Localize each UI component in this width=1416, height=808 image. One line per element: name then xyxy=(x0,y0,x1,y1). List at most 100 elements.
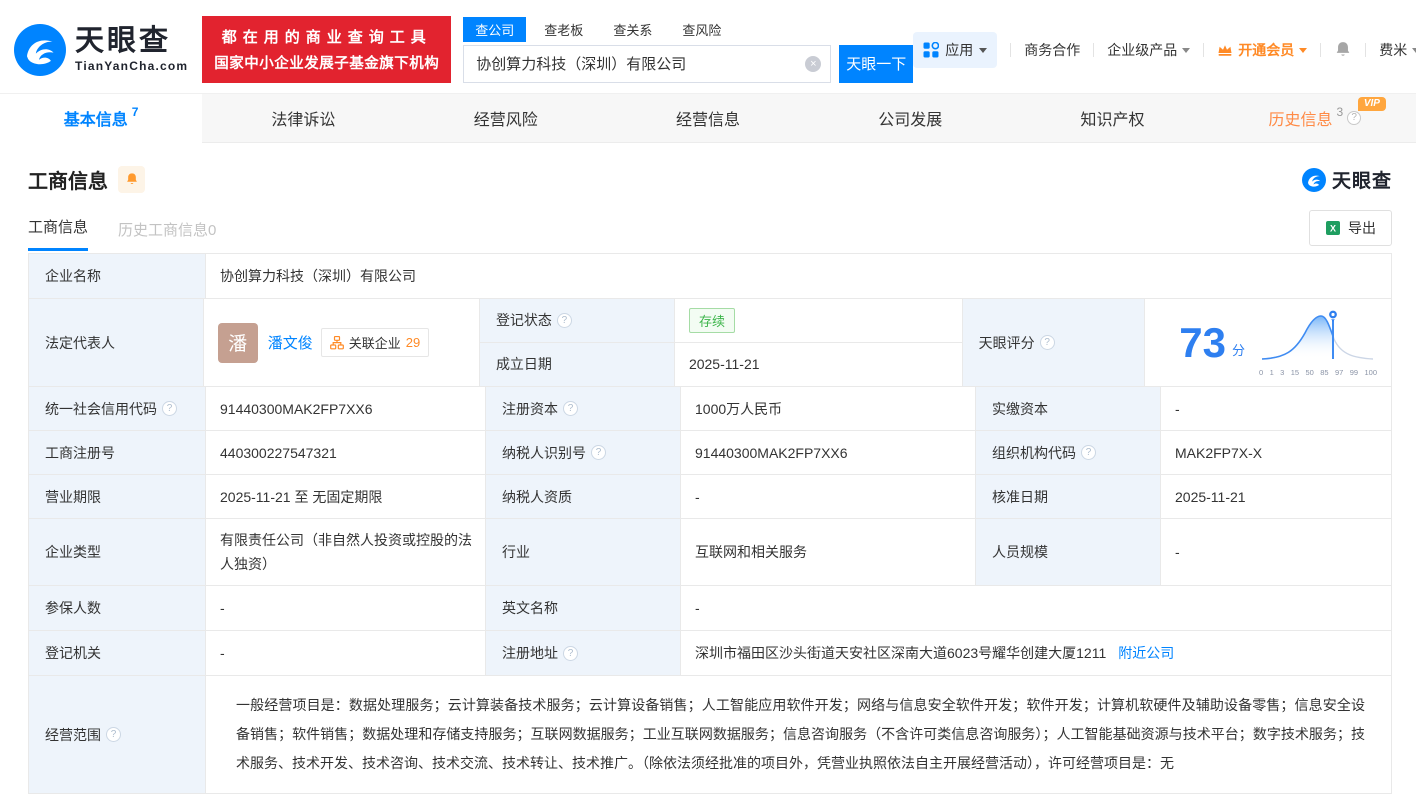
field-label: 组织机构代码 ? xyxy=(976,431,1161,474)
search-tab-boss[interactable]: 查老板 xyxy=(532,17,595,42)
tab-label: 公司发展 xyxy=(878,106,942,130)
tab-company-development[interactable]: 公司发展 xyxy=(809,94,1011,142)
tab-operation-info[interactable]: 经营信息 xyxy=(607,94,809,142)
label-text: 营业期限 xyxy=(45,487,101,507)
credit-code-value: 91440300MAK2FP7XX6 xyxy=(206,387,486,430)
reg-number-value: 440300227547321 xyxy=(206,431,486,474)
subtab-business-info[interactable]: 工商信息 xyxy=(28,216,88,251)
axis-tick: 99 xyxy=(1350,368,1358,377)
table-row: 登记机关 - 注册地址 ? 深圳市福田区沙头街道天安社区深南大道6023号耀华创… xyxy=(29,631,1391,676)
value-text: 2025-11-21 至 无固定期限 xyxy=(220,487,382,507)
axis-tick: 1 xyxy=(1270,368,1274,377)
value-text: - xyxy=(1175,544,1180,560)
label-text: 登记状态 xyxy=(496,310,552,330)
search-tab-relation[interactable]: 查关系 xyxy=(601,17,664,42)
score-distribution-chart: 0 1 3 15 50 85 97 99 100 xyxy=(1259,309,1381,377)
search-button[interactable]: 天眼一下 xyxy=(839,45,913,83)
tab-label: 历史信息 xyxy=(1268,106,1332,130)
table-row: 工商注册号 440300227547321 纳税人识别号 ? 91440300M… xyxy=(29,431,1391,475)
tianyancha-logo[interactable]: 天眼查 TianYanCha.com xyxy=(14,24,188,76)
search-input-wrap: × xyxy=(463,45,831,83)
value-text: 互联网和相关服务 xyxy=(695,542,807,562)
help-icon[interactable]: ? xyxy=(162,401,177,416)
search-input[interactable] xyxy=(464,55,830,72)
axis-tick: 50 xyxy=(1305,368,1313,377)
nav-enterprise-products[interactable]: 企业级产品 xyxy=(1107,40,1190,60)
org-code-value: MAK2FP7X-X xyxy=(1161,431,1391,474)
tianyancha-logo-icon xyxy=(14,24,66,76)
label-text: 实缴资本 xyxy=(992,399,1048,419)
help-icon[interactable]: ? xyxy=(1347,111,1361,125)
label-text: 天眼评分 xyxy=(979,333,1035,353)
related-companies-badge[interactable]: 关联企业 29 xyxy=(321,328,429,357)
section-header: 工商信息 天眼查 xyxy=(0,143,1416,194)
axis-tick: 97 xyxy=(1335,368,1343,377)
tianyan-score[interactable]: 73 分 xyxy=(1145,299,1391,386)
user-menu[interactable]: 费米 xyxy=(1379,40,1416,60)
business-term-value: 2025-11-21 至 无固定期限 xyxy=(206,475,486,518)
divider xyxy=(1010,43,1011,57)
english-name-value: - xyxy=(681,586,1391,630)
subtab-history-business-info[interactable]: 历史工商信息0 xyxy=(118,219,216,251)
tab-count: 7 xyxy=(132,105,139,119)
value-text: 有限责任公司（非自然人投资或控股的法人独资） xyxy=(220,528,475,576)
divider xyxy=(1365,43,1366,57)
value-text: - xyxy=(220,645,225,661)
field-label: 企业类型 xyxy=(29,519,206,585)
tab-history-info[interactable]: VIP 历史信息 3 ? xyxy=(1214,94,1416,142)
vip-badge: VIP xyxy=(1358,97,1386,111)
help-icon[interactable]: ? xyxy=(1040,335,1055,350)
tab-intellectual-property[interactable]: 知识产权 xyxy=(1011,94,1213,142)
bell-curve xyxy=(1259,309,1377,367)
export-button[interactable]: X 导出 xyxy=(1309,210,1392,246)
tab-basic-info[interactable]: 基本信息 7 xyxy=(0,94,202,143)
apps-menu[interactable]: 应用 xyxy=(913,32,997,68)
help-icon[interactable]: ? xyxy=(1081,445,1096,460)
table-row: 企业名称 协创算力科技（深圳）有限公司 xyxy=(29,254,1391,299)
status-badge: 存续 xyxy=(689,308,735,333)
help-icon[interactable]: ? xyxy=(106,727,121,742)
field-label: 企业名称 xyxy=(29,254,206,298)
axis-tick: 0 xyxy=(1259,368,1263,377)
search-tab-company[interactable]: 查公司 xyxy=(463,17,526,42)
company-section-tabs: 基本信息 7 法律诉讼 经营风险 经营信息 公司发展 知识产权 VIP 历史信息… xyxy=(0,93,1416,143)
help-icon[interactable]: ? xyxy=(563,646,578,661)
value-text: MAK2FP7X-X xyxy=(1175,445,1262,461)
notification-bell-icon[interactable] xyxy=(1334,41,1352,59)
avatar[interactable]: 潘 xyxy=(218,323,258,363)
related-label: 关联企业 xyxy=(349,333,401,352)
help-icon[interactable]: ? xyxy=(591,445,606,460)
value-text: 2025-11-21 xyxy=(1175,489,1246,505)
axis-tick: 15 xyxy=(1291,368,1299,377)
search-tab-risk[interactable]: 查风险 xyxy=(670,17,733,42)
value-text: 协创算力科技（深圳）有限公司 xyxy=(220,266,416,286)
legal-rep-link[interactable]: 潘文俊 xyxy=(268,332,313,353)
chevron-down-icon xyxy=(979,48,987,53)
approval-date-value: 2025-11-21 xyxy=(1161,475,1391,518)
field-label: 行业 xyxy=(486,519,681,585)
table-row: 法定代表人 潘 潘文俊 关联企业 29 登记状态 ? xyxy=(29,299,1391,387)
label-text: 英文名称 xyxy=(502,598,558,618)
org-chart-icon xyxy=(330,336,344,350)
tab-operation-risk[interactable]: 经营风险 xyxy=(405,94,607,142)
divider xyxy=(1320,43,1321,57)
field-label: 统一社会信用代码 ? xyxy=(29,387,206,430)
help-icon[interactable]: ? xyxy=(557,313,572,328)
crown-icon xyxy=(1217,43,1233,57)
field-label: 人员规模 xyxy=(976,519,1161,585)
tab-label: 法律诉讼 xyxy=(271,106,335,130)
nav-open-vip[interactable]: 开通会员 xyxy=(1217,40,1307,60)
label-text: 企业类型 xyxy=(45,542,101,562)
value-text: 91440300MAK2FP7XX6 xyxy=(220,401,373,417)
clear-icon[interactable]: × xyxy=(805,56,821,72)
nearby-companies-link[interactable]: 附近公司 xyxy=(1118,643,1174,663)
monitor-bell-button[interactable] xyxy=(118,166,145,193)
nested-row: 登记状态 ? 存续 xyxy=(480,299,962,343)
help-icon[interactable]: ? xyxy=(563,401,578,416)
field-label: 英文名称 xyxy=(486,586,681,630)
export-label: 导出 xyxy=(1348,218,1376,238)
nav-cooperation[interactable]: 商务合作 xyxy=(1024,40,1080,60)
tab-label: 经营风险 xyxy=(474,106,538,130)
tab-legal-litigation[interactable]: 法律诉讼 xyxy=(202,94,404,142)
username-label: 费米 xyxy=(1379,40,1407,60)
